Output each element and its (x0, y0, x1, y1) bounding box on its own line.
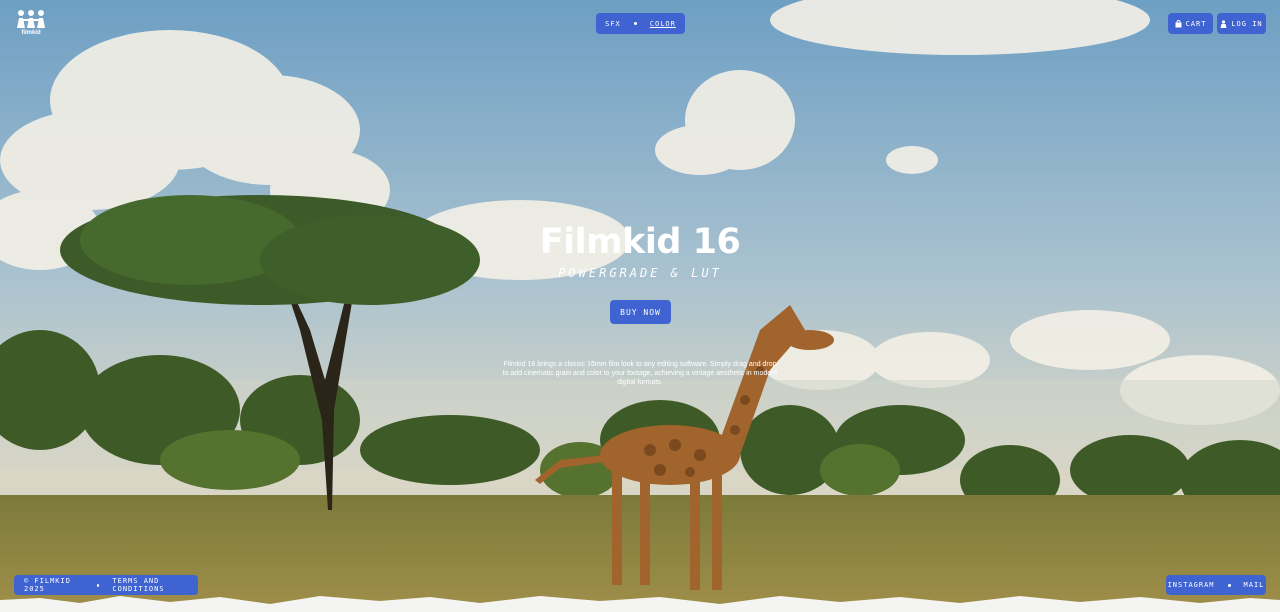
login-button[interactable]: LOG IN (1217, 13, 1266, 34)
login-label: LOG IN (1231, 19, 1263, 28)
filmkid-logo[interactable]: filmkid (14, 9, 48, 43)
nav-sfx-link[interactable]: SFX (605, 20, 621, 28)
footer-left-bar: © FILMKID 2025 TERMS AND CONDITIONS (14, 575, 198, 595)
footer-right-bar: INSTAGRAM MAIL (1166, 575, 1266, 595)
cart-label: CART (1185, 19, 1207, 28)
nav-separator-dot (633, 22, 637, 25)
person-icon (1220, 19, 1227, 28)
nav-color-link[interactable]: COLOR (650, 20, 676, 28)
hero-description: Filmkid 16 brings a classic 16mm film lo… (502, 361, 778, 386)
cart-button[interactable]: CART (1168, 13, 1213, 34)
copyright-text: © FILMKID 2025 (24, 577, 71, 593)
hero-title: Filmkid 16 (539, 222, 741, 262)
buy-now-button[interactable]: BUY NOW (610, 300, 671, 324)
logo-wordmark: filmkid (21, 30, 41, 36)
terms-link[interactable]: TERMS AND CONDITIONS (112, 577, 198, 593)
hero-subtitle: POWERGRADE & LUT (558, 266, 722, 280)
main-nav: SFX COLOR (596, 13, 685, 34)
bag-icon (1175, 19, 1182, 27)
three-kids-logo-icon (17, 10, 45, 28)
mail-link[interactable]: MAIL (1244, 581, 1265, 589)
instagram-link[interactable]: INSTAGRAM (1168, 581, 1215, 589)
footer-separator-dot (96, 583, 100, 587)
footer-separator-dot (1227, 583, 1231, 587)
